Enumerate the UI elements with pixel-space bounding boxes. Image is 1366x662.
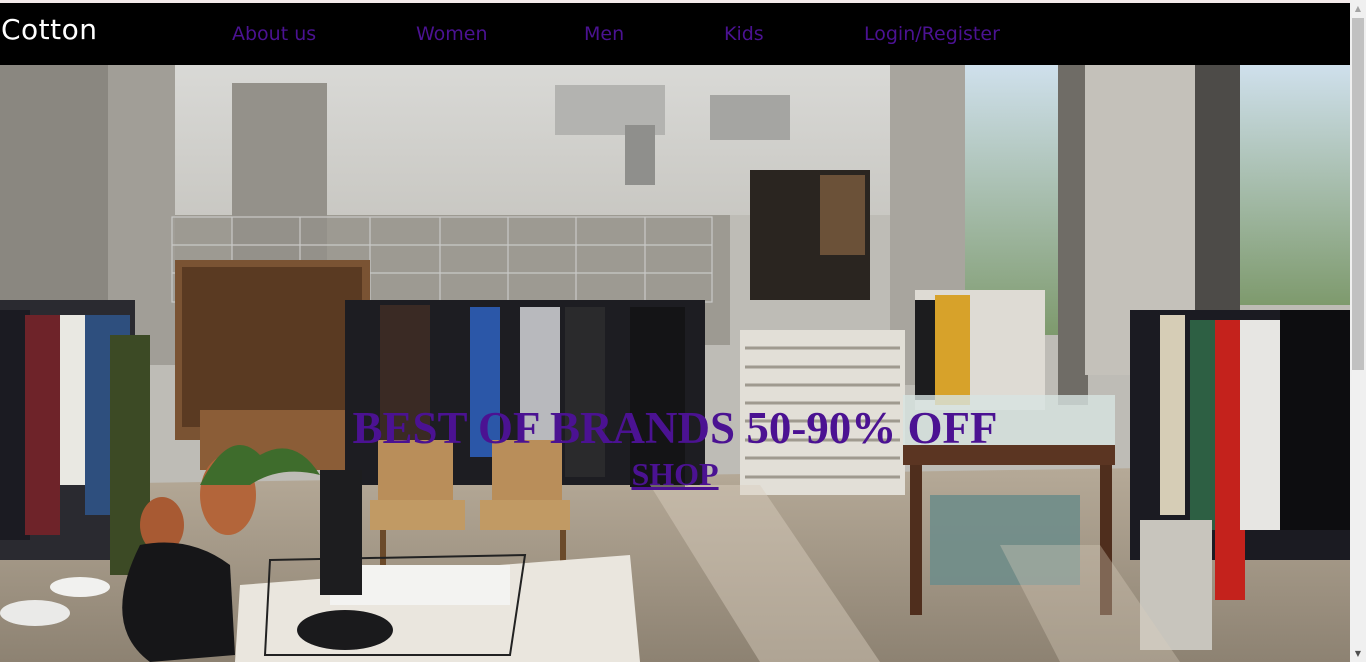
nav-link-men[interactable]: Men xyxy=(584,23,624,45)
page: Cotton About us Women Men Kids Login/Reg… xyxy=(0,0,1350,662)
triangle-down-icon[interactable]: ▼ xyxy=(1350,645,1366,662)
triangle-up-icon[interactable]: ▲ xyxy=(1350,0,1366,17)
nav-link-login-register[interactable]: Login/Register xyxy=(864,23,1000,45)
vertical-scrollbar[interactable]: ▲ ▼ xyxy=(1350,0,1366,662)
hero-headline: BEST OF BRANDS 50-90% OFF xyxy=(352,403,998,453)
shop-link[interactable]: SHOP xyxy=(0,455,1350,493)
nav-link-women[interactable]: Women xyxy=(416,23,488,45)
navbar: Cotton About us Women Men Kids Login/Reg… xyxy=(0,3,1350,65)
nav-link-kids[interactable]: Kids xyxy=(724,23,764,45)
scrollbar-thumb[interactable] xyxy=(1352,18,1364,370)
hero-banner: BEST OF BRANDS 50-90% OFF SHOP xyxy=(0,65,1350,662)
brand-logo[interactable]: Cotton xyxy=(1,13,98,46)
nav-link-about-us[interactable]: About us xyxy=(232,23,316,45)
store-interior-image xyxy=(0,65,1350,662)
